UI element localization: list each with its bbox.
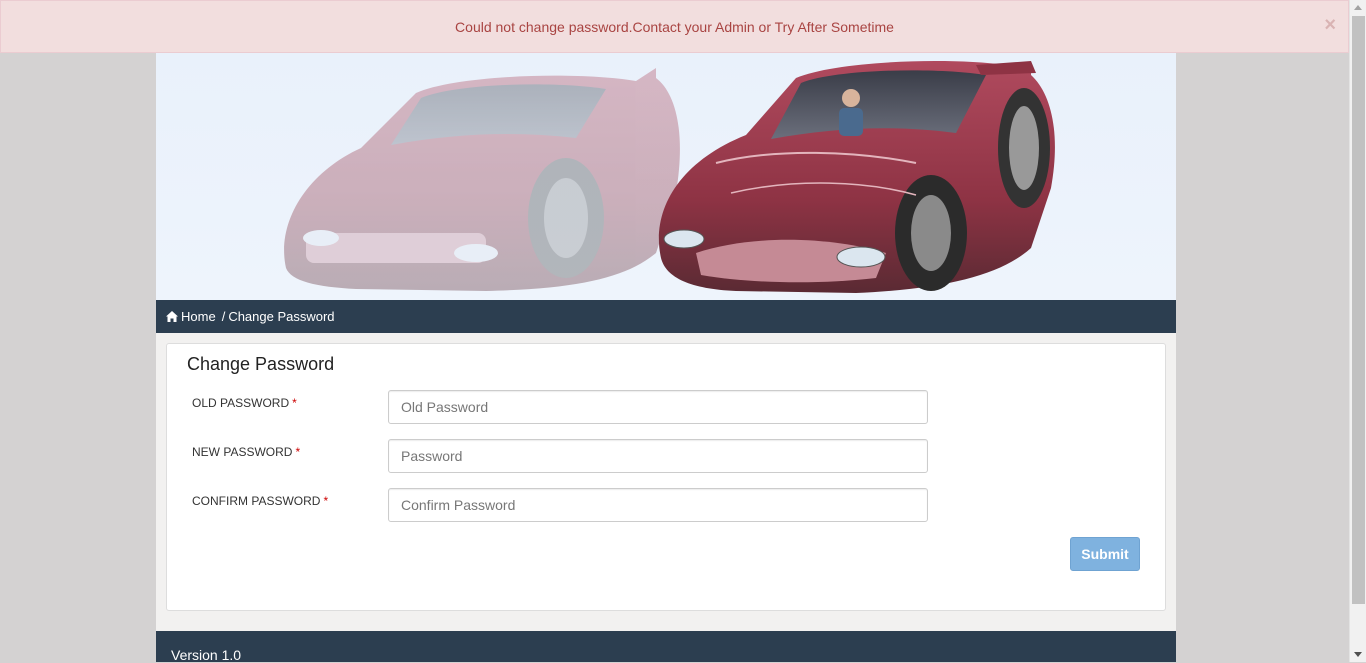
- old-password-input[interactable]: [388, 390, 928, 424]
- required-marker: *: [292, 396, 297, 410]
- breadcrumb-current: Change Password: [228, 309, 335, 324]
- close-icon[interactable]: ×: [1324, 15, 1336, 35]
- old-password-label-text: OLD PASSWORD: [192, 396, 290, 410]
- confirm-password-input[interactable]: [388, 488, 928, 522]
- confirm-password-row: CONFIRM PASSWORD *: [167, 488, 1167, 522]
- home-icon: [166, 311, 178, 322]
- breadcrumb-home-link[interactable]: Home: [181, 309, 216, 324]
- old-password-row: OLD PASSWORD *: [167, 390, 1167, 424]
- footer: Version 1.0: [156, 631, 1176, 662]
- required-marker: *: [295, 445, 301, 459]
- page-container: Home / Change Password Change Password O…: [156, 0, 1176, 662]
- banner: [156, 53, 1176, 300]
- submit-button[interactable]: Submit: [1070, 537, 1140, 571]
- version-label: Version 1.0: [171, 647, 242, 663]
- confirm-password-label-text: CONFIRM PASSWORD: [192, 494, 321, 508]
- confirm-password-label: CONFIRM PASSWORD *: [192, 494, 328, 508]
- vertical-scrollbar[interactable]: [1349, 0, 1366, 662]
- required-marker: *: [323, 494, 329, 508]
- breadcrumb: Home / Change Password: [156, 300, 1176, 333]
- new-password-label-text: NEW PASSWORD: [192, 445, 293, 459]
- new-password-label: NEW PASSWORD *: [192, 445, 300, 459]
- sports-car-xray-image: [284, 61, 1055, 293]
- breadcrumb-separator: /: [221, 309, 226, 324]
- old-password-label: OLD PASSWORD *: [192, 396, 297, 410]
- scroll-up-icon[interactable]: [1354, 5, 1362, 10]
- alert-message: Could not change password.Contact your A…: [455, 18, 894, 35]
- change-password-panel: Change Password OLD PASSWORD * NEW PASSWO…: [166, 343, 1166, 611]
- scrollbar-thumb[interactable]: [1352, 16, 1365, 604]
- error-alert: Could not change password.Contact your A…: [0, 0, 1349, 53]
- new-password-input[interactable]: [388, 439, 928, 473]
- scroll-down-icon[interactable]: [1354, 652, 1362, 657]
- new-password-row: NEW PASSWORD *: [167, 439, 1167, 473]
- panel-title: Change Password: [187, 354, 335, 374]
